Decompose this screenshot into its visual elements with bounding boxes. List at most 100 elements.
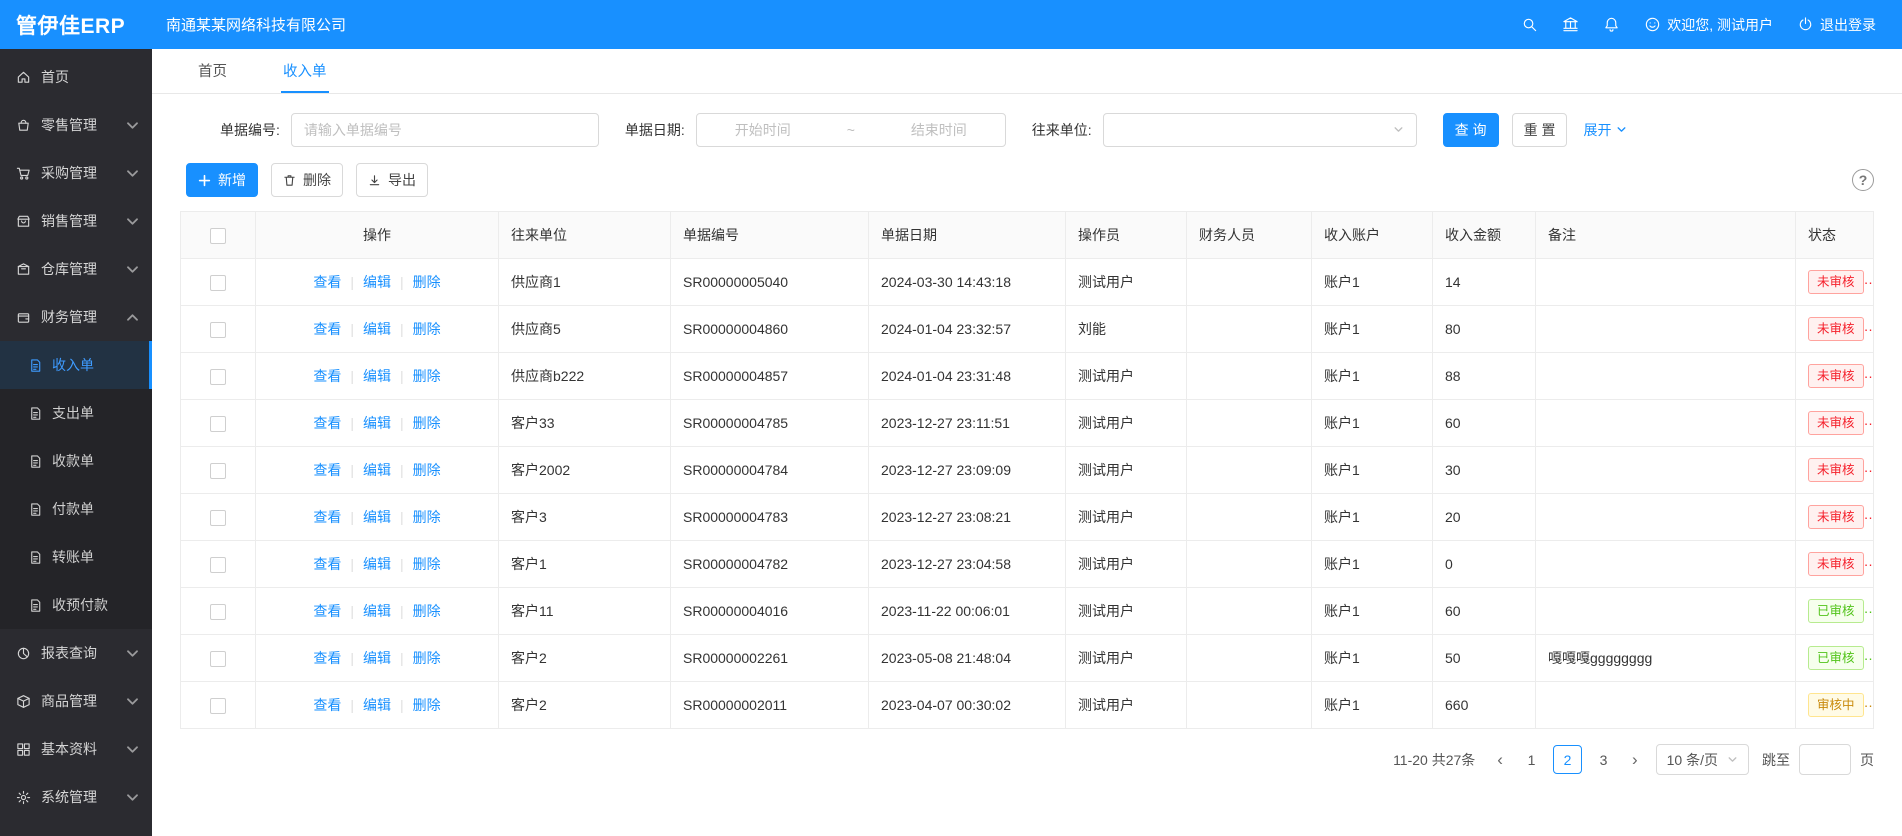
cell-status: 未审核 [1796, 259, 1874, 306]
cell-partner: 客户11 [499, 588, 671, 635]
delete-button-label: 删除 [303, 170, 331, 190]
sidebar-item-home[interactable]: 首页 [0, 53, 152, 101]
header-cell-bill-no: 单据编号 [671, 212, 869, 259]
sidebar-item-retail[interactable]: 零售管理 [0, 101, 152, 149]
edit-link[interactable]: 编辑 [363, 321, 391, 337]
sidebar-item-finance[interactable]: 财务管理 [0, 293, 152, 341]
reset-button[interactable]: 重 置 [1512, 113, 1568, 147]
sidebar-subitem-label: 收款单 [52, 451, 94, 471]
tab-home[interactable]: 首页 [196, 49, 229, 93]
row-checkbox[interactable] [210, 416, 226, 432]
table-row: 查看|编辑|删除供应商b222SR000000048572024-01-04 2… [181, 353, 1874, 400]
bill-no-input[interactable] [291, 113, 599, 147]
view-link[interactable]: 查看 [313, 603, 341, 619]
page-button-3[interactable]: 3 [1589, 745, 1618, 774]
tab-income-bill[interactable]: 收入单 [281, 49, 329, 93]
delete-link[interactable]: 删除 [413, 415, 441, 431]
edit-link[interactable]: 编辑 [363, 603, 391, 619]
sidebar-item-warehouse[interactable]: 仓库管理 [0, 245, 152, 293]
prev-page-button[interactable]: ‹ [1492, 751, 1508, 768]
edit-link[interactable]: 编辑 [363, 556, 391, 572]
search-icon[interactable] [1521, 16, 1538, 33]
delete-button[interactable]: 删除 [271, 163, 343, 197]
row-checkbox[interactable] [210, 275, 226, 291]
export-button[interactable]: 导出 [356, 163, 428, 197]
view-link[interactable]: 查看 [313, 509, 341, 525]
view-link[interactable]: 查看 [313, 650, 341, 666]
cell-partner: 供应商b222 [499, 353, 671, 400]
bill-no-label: 单据编号: [220, 120, 280, 140]
sidebar-item-purchase[interactable]: 采购管理 [0, 149, 152, 197]
sidebar-subitem-receipt-bill[interactable]: 收款单 [0, 437, 152, 485]
bell-icon[interactable] [1603, 16, 1620, 33]
delete-link[interactable]: 删除 [413, 321, 441, 337]
search-button[interactable]: 查 询 [1443, 113, 1499, 147]
logout-button[interactable]: 退出登录 [1797, 15, 1876, 35]
page-size-select[interactable]: 10 条/页 [1656, 744, 1749, 775]
delete-link[interactable]: 删除 [413, 697, 441, 713]
action-separator: | [400, 274, 404, 290]
sidebar-item-basic[interactable]: 基本资料 [0, 725, 152, 773]
sidebar-item-label: 销售管理 [41, 211, 97, 231]
row-checkbox[interactable] [210, 463, 226, 479]
row-checkbox[interactable] [210, 651, 226, 667]
delete-link[interactable]: 删除 [413, 462, 441, 478]
delete-link[interactable]: 删除 [413, 650, 441, 666]
edit-link[interactable]: 编辑 [363, 462, 391, 478]
delete-link[interactable]: 删除 [413, 509, 441, 525]
edit-link[interactable]: 编辑 [363, 509, 391, 525]
sidebar-item-report[interactable]: 报表查询 [0, 629, 152, 677]
status-badge: 未审核 [1808, 411, 1864, 435]
sidebar-subitem-expense-bill[interactable]: 支出单 [0, 389, 152, 437]
edit-link[interactable]: 编辑 [363, 368, 391, 384]
view-link[interactable]: 查看 [313, 415, 341, 431]
sidebar-subitem-income-bill[interactable]: 收入单 [0, 341, 152, 389]
page-button-1[interactable]: 1 [1517, 745, 1546, 774]
action-separator: | [400, 650, 404, 666]
delete-link[interactable]: 删除 [413, 368, 441, 384]
add-button[interactable]: 新增 [186, 163, 258, 197]
expand-link[interactable]: 展开 [1583, 120, 1627, 140]
view-link[interactable]: 查看 [313, 462, 341, 478]
next-page-button[interactable]: › [1627, 751, 1643, 768]
cell-finance-staff [1187, 400, 1312, 447]
sidebar-subitem-payment-bill[interactable]: 付款单 [0, 485, 152, 533]
sidebar-item-goods[interactable]: 商品管理 [0, 677, 152, 725]
delete-link[interactable]: 删除 [413, 603, 441, 619]
view-link[interactable]: 查看 [313, 556, 341, 572]
help-icon[interactable]: ? [1852, 169, 1874, 191]
view-link[interactable]: 查看 [313, 368, 341, 384]
delete-link[interactable]: 删除 [413, 556, 441, 572]
table-row: 查看|编辑|删除客户11SR000000040162023-11-22 00:0… [181, 588, 1874, 635]
view-link[interactable]: 查看 [313, 697, 341, 713]
sidebar-subitem-prepaid-bill[interactable]: 收预付款 [0, 581, 152, 629]
row-checkbox[interactable] [210, 322, 226, 338]
view-link[interactable]: 查看 [313, 274, 341, 290]
page-content: 单据编号: 单据日期: 开始时间 ~ 结束时间 往来单位: [152, 94, 1902, 775]
edit-link[interactable]: 编辑 [363, 650, 391, 666]
edit-link[interactable]: 编辑 [363, 274, 391, 290]
welcome-user[interactable]: 欢迎您, 测试用户 [1644, 15, 1773, 35]
delete-link[interactable]: 删除 [413, 274, 441, 290]
row-checkbox[interactable] [210, 698, 226, 714]
status-badge: 未审核 [1808, 270, 1864, 294]
row-checkbox[interactable] [210, 557, 226, 573]
action-separator: | [350, 274, 354, 290]
row-checkbox[interactable] [210, 369, 226, 385]
partner-select[interactable] [1103, 113, 1417, 147]
view-link[interactable]: 查看 [313, 321, 341, 337]
jump-page-input[interactable] [1799, 744, 1851, 775]
row-checkbox[interactable] [210, 604, 226, 620]
cell-income-amount: 60 [1433, 588, 1536, 635]
sidebar-subitem-transfer-bill[interactable]: 转账单 [0, 533, 152, 581]
edit-link[interactable]: 编辑 [363, 415, 391, 431]
select-all-checkbox[interactable] [210, 228, 226, 244]
page-button-2[interactable]: 2 [1553, 745, 1582, 774]
edit-link[interactable]: 编辑 [363, 697, 391, 713]
sidebar-item-sales[interactable]: 销售管理 [0, 197, 152, 245]
sidebar-item-system[interactable]: 系统管理 [0, 773, 152, 821]
date-range-picker[interactable]: 开始时间 ~ 结束时间 [696, 113, 1006, 147]
action-separator: | [400, 415, 404, 431]
org-icon[interactable] [1562, 16, 1579, 33]
row-checkbox[interactable] [210, 510, 226, 526]
